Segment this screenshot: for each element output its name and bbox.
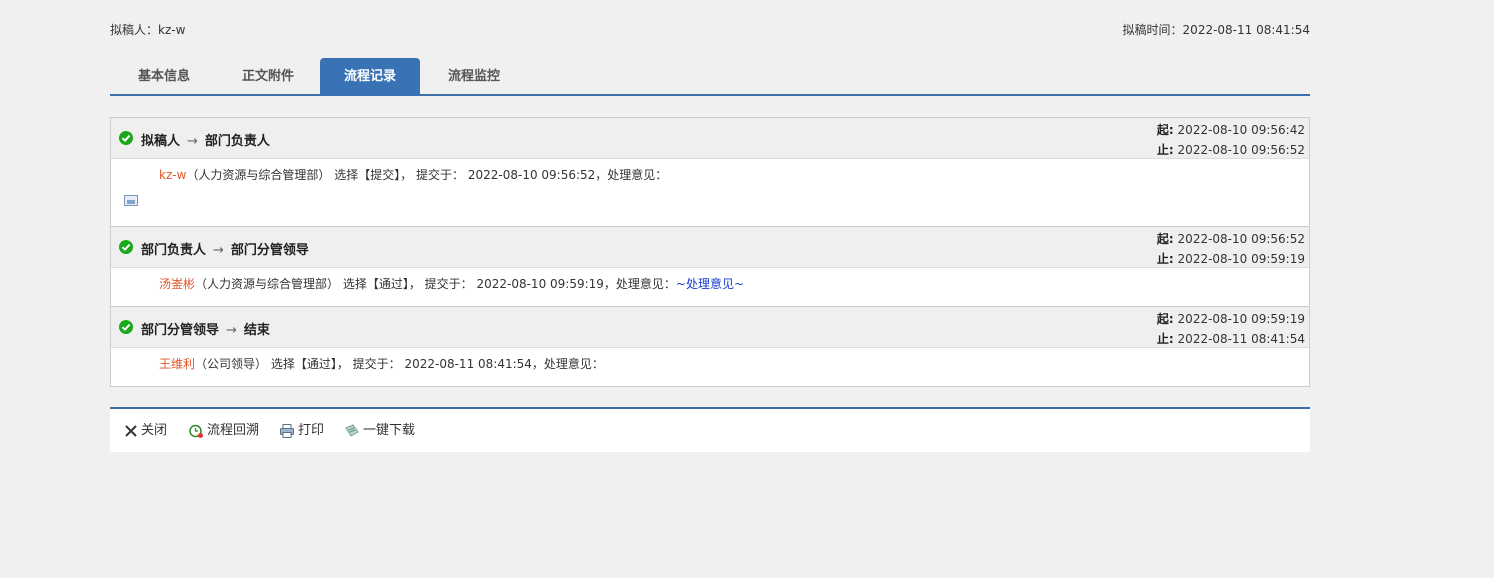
end-time: 止: 2022-08-10 09:59:19 xyxy=(1157,250,1305,267)
tab-flow-monitor[interactable]: 流程监控 xyxy=(424,58,524,96)
record-header: 部门分管领导 → 结束 起: 2022-08-10 09:59:19 止: 2022… xyxy=(111,307,1309,348)
handler-name[interactable]: 汤崟彬 xyxy=(159,277,195,291)
close-icon xyxy=(125,424,137,437)
end-label: 止: xyxy=(1156,143,1174,157)
arrow-right-icon: → xyxy=(187,134,198,149)
record-header: 拟稿人 → 部门负责人 起: 2022-08-10 09:56:42 止: 2022… xyxy=(111,118,1309,159)
printer-icon xyxy=(280,423,294,438)
step-from: 拟稿人 xyxy=(141,134,181,149)
close-button[interactable]: 关闭 xyxy=(124,422,167,440)
record-detail: （人力资源与综合管理部） 选择【通过】， 提交于： 2022-08-10 09:… xyxy=(195,277,676,291)
download-icon xyxy=(345,423,359,437)
end-label: 止: xyxy=(1156,332,1174,346)
step-to: 部门分管领导 xyxy=(230,243,309,258)
tab-bar: 基本信息 正文附件 流程记录 流程监控 xyxy=(110,58,1310,96)
step-from: 部门负责人 xyxy=(141,243,207,258)
draft-time-info: 拟稿时间：2022-08-11 08:41:54 xyxy=(1123,21,1310,38)
arrow-right-icon: → xyxy=(213,243,224,258)
end-value: 2022-08-11 08:41:54 xyxy=(1177,332,1305,346)
start-label: 起: xyxy=(1156,123,1174,137)
download-label: 一键下载 xyxy=(363,423,416,438)
end-time: 止: 2022-08-11 08:41:54 xyxy=(1157,330,1305,347)
trace-button[interactable]: 流程回溯 xyxy=(188,422,259,440)
start-value: 2022-08-10 09:56:42 xyxy=(1177,123,1305,137)
print-label: 打印 xyxy=(298,423,325,438)
record-body: 汤崟彬（人力资源与综合管理部） 选择【通过】， 提交于： 2022-08-10 … xyxy=(111,268,1309,306)
check-circle-icon xyxy=(119,240,133,254)
tab-flow-records[interactable]: 流程记录 xyxy=(320,58,420,96)
end-label: 止: xyxy=(1156,252,1174,266)
download-all-button[interactable]: 一键下载 xyxy=(344,422,415,440)
record-header: 部门负责人 → 部门分管领导 起: 2022-08-10 09:56:52 止: 2… xyxy=(111,227,1309,268)
start-time: 起: 2022-08-10 09:59:19 xyxy=(1157,310,1305,327)
handler-name[interactable]: 王维利 xyxy=(159,357,195,371)
print-button[interactable]: 打印 xyxy=(279,422,324,440)
end-value: 2022-08-10 09:56:52 xyxy=(1177,143,1305,157)
image-icon[interactable] xyxy=(124,195,138,206)
tab-attachments[interactable]: 正文附件 xyxy=(218,58,318,96)
record-title: 部门分管领导 → 结束 xyxy=(141,319,270,338)
arrow-right-icon: → xyxy=(226,323,237,338)
drafter-label: 拟稿人： xyxy=(110,23,159,37)
draft-time-label: 拟稿时间： xyxy=(1122,23,1183,37)
start-value: 2022-08-10 09:59:19 xyxy=(1177,312,1305,326)
record-detail: （公司领导） 选择【通过】， 提交于： 2022-08-11 08:41:54，… xyxy=(195,357,604,371)
start-time: 起: 2022-08-10 09:56:42 xyxy=(1157,121,1305,138)
start-value: 2022-08-10 09:56:52 xyxy=(1177,232,1305,246)
record-item: 部门分管领导 → 结束 起: 2022-08-10 09:59:19 止: 2022… xyxy=(111,307,1309,386)
drafter-info: 拟稿人：kz-w xyxy=(110,21,185,38)
end-value: 2022-08-10 09:59:19 xyxy=(1177,252,1305,266)
meta-row: 拟稿人：kz-w 拟稿时间：2022-08-11 08:41:54 xyxy=(110,0,1310,58)
tab-basic-info[interactable]: 基本信息 xyxy=(114,58,214,96)
start-time: 起: 2022-08-10 09:56:52 xyxy=(1157,230,1305,247)
opinion-link[interactable]: ~处理意见~ xyxy=(676,277,744,291)
record-title: 部门负责人 → 部门分管领导 xyxy=(141,239,309,258)
record-item: 部门负责人 → 部门分管领导 起: 2022-08-10 09:56:52 止: 2… xyxy=(111,227,1309,307)
handler-name[interactable]: kz-w xyxy=(159,168,186,182)
record-detail: （人力资源与综合管理部） 选择【提交】， 提交于： 2022-08-10 09:… xyxy=(186,168,668,182)
flow-records: 拟稿人 → 部门负责人 起: 2022-08-10 09:56:42 止: 2022… xyxy=(110,117,1310,387)
record-item: 拟稿人 → 部门负责人 起: 2022-08-10 09:56:42 止: 2022… xyxy=(111,118,1309,227)
step-from: 部门分管领导 xyxy=(141,323,220,338)
step-to: 部门负责人 xyxy=(204,134,270,149)
start-label: 起: xyxy=(1156,312,1174,326)
history-icon xyxy=(189,424,203,438)
drafter-value: kz-w xyxy=(158,23,186,37)
trace-label: 流程回溯 xyxy=(207,423,260,438)
check-circle-icon xyxy=(119,131,133,145)
draft-time-value: 2022-08-11 08:41:54 xyxy=(1182,23,1310,37)
end-time: 止: 2022-08-10 09:56:52 xyxy=(1157,141,1305,158)
check-circle-icon xyxy=(119,320,133,334)
step-to: 结束 xyxy=(243,323,270,338)
start-label: 起: xyxy=(1156,232,1174,246)
record-body: kz-w（人力资源与综合管理部） 选择【提交】， 提交于： 2022-08-10… xyxy=(111,159,1309,226)
page-container: 拟稿人：kz-w 拟稿时间：2022-08-11 08:41:54 基本信息 正… xyxy=(110,0,1310,452)
bottom-toolbar: 关闭 流程回溯 打印 一键下载 xyxy=(110,407,1310,452)
record-title: 拟稿人 → 部门负责人 xyxy=(141,130,270,149)
record-body: 王维利（公司领导） 选择【通过】， 提交于： 2022-08-11 08:41:… xyxy=(111,348,1309,386)
close-label: 关闭 xyxy=(141,423,168,438)
